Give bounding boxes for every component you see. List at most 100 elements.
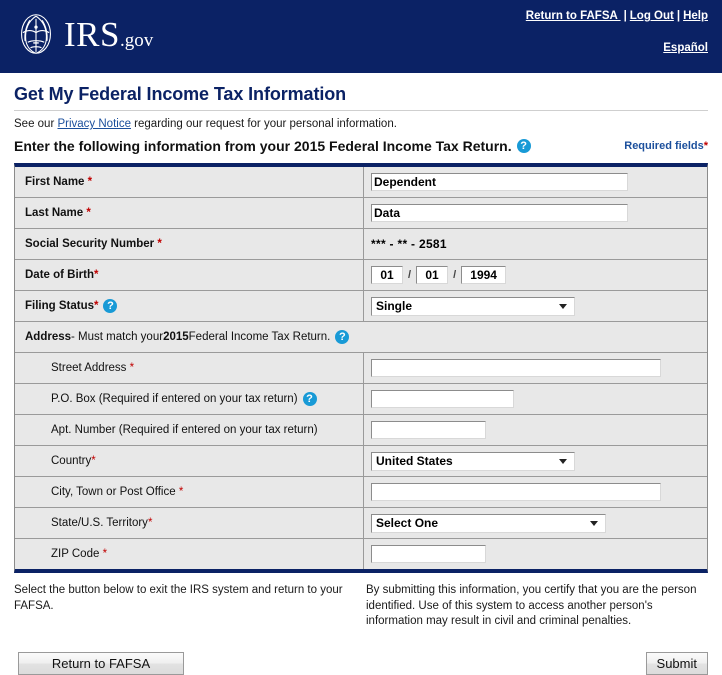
label-state-us-territory: State/U.S. Territory * — [15, 508, 364, 538]
log-out-link[interactable]: Log Out — [630, 10, 674, 22]
footer-right-text: By submitting this information, you cert… — [366, 584, 697, 628]
tax-information-form: First Name * Last Name * Social Security… — [14, 163, 708, 573]
address-help-icon[interactable] — [335, 330, 350, 344]
ssn-masked-value: *** - ** - 2581 — [371, 237, 447, 251]
row-last-name: Last Name * — [15, 198, 707, 229]
filing-status-select[interactable]: Single — [371, 296, 575, 316]
address-header-strong: Address — [25, 331, 72, 343]
filing-status-selected-value: Single — [376, 299, 413, 313]
po-box-help-icon[interactable] — [302, 392, 317, 406]
row-first-name: First Name * — [15, 167, 707, 198]
irs-eagle-scales-emblem-icon — [21, 14, 51, 54]
address-header-year: 2015 — [163, 331, 189, 343]
country-required-star: * — [91, 455, 96, 467]
irs-logo-text: IRS.gov — [64, 17, 153, 52]
dob-day-input[interactable] — [416, 266, 449, 284]
dob-required-star: * — [94, 269, 99, 281]
street-address-required-star: * — [129, 362, 135, 374]
instruction-text: Enter the following information from you… — [14, 138, 512, 154]
dob-year-input[interactable] — [461, 266, 507, 284]
footer-text-area: Select the button below to exit the IRS … — [14, 583, 708, 630]
street-address-input[interactable] — [371, 359, 661, 377]
site-header: IRS.gov Return to FAFSA | Log Out | Help Es… — [0, 0, 722, 73]
label-ssn-text: Social Security Number — [25, 238, 155, 250]
row-apt-number: Apt. Number (Required if entered on your… — [15, 415, 707, 446]
row-city-town-or-post-office: City, Town or Post Office * — [15, 477, 707, 508]
label-dob-text: Date of Birth — [25, 269, 94, 281]
ssn-required-star: * — [157, 238, 162, 250]
row-zip-code: ZIP Code * — [15, 539, 707, 569]
irs-logo[interactable]: IRS.gov — [14, 12, 153, 56]
espanol-link[interactable]: Español — [663, 42, 708, 54]
label-city-text: City, Town or Post Office — [51, 486, 176, 498]
first-name-required-star: * — [87, 176, 93, 188]
state-us-territory-select[interactable]: Select One — [371, 513, 606, 533]
po-box-input[interactable] — [371, 390, 514, 408]
espanol-container: Español — [663, 42, 708, 54]
dob-separator-1: / — [408, 269, 412, 281]
nav-separator-1: | — [623, 10, 627, 22]
row-address-header: Address - Must match your 2015 Federal I… — [15, 322, 707, 353]
help-link[interactable]: Help — [683, 10, 708, 22]
row-date-of-birth: Date of Birth * / / — [15, 260, 707, 291]
state-selected-value: Select One — [376, 516, 439, 530]
form-actions: Return to FAFSA Submit — [0, 651, 722, 675]
last-name-input[interactable] — [371, 204, 628, 222]
field-ssn-cell: *** - ** - 2581 — [364, 233, 707, 255]
filing-status-required-star: * — [94, 300, 99, 312]
label-country: Country * — [15, 446, 364, 476]
label-apt-number: Apt. Number (Required if entered on your… — [15, 415, 364, 445]
address-header-tail: Federal Income Tax Return. — [188, 331, 331, 343]
label-date-of-birth: Date of Birth * — [15, 260, 364, 290]
required-fields-star: * — [703, 140, 708, 152]
return-to-fafsa-button[interactable]: Return to FAFSA — [18, 651, 184, 675]
title-divider — [14, 110, 708, 111]
country-selected-value: United States — [376, 454, 453, 468]
first-name-input[interactable] — [371, 173, 628, 191]
field-state-cell: Select One — [364, 510, 707, 537]
label-zip-code-text: ZIP Code — [51, 548, 100, 560]
label-filing-status: Filing Status * — [15, 291, 364, 321]
label-zip-code: ZIP Code * — [15, 539, 364, 569]
zip-code-input[interactable] — [371, 545, 486, 563]
filing-status-help-icon[interactable] — [103, 299, 118, 313]
label-state-text: State/U.S. Territory — [51, 517, 148, 529]
row-country: Country * United States — [15, 446, 707, 477]
city-town-or-post-office-input[interactable] — [371, 483, 661, 501]
apt-number-input[interactable] — [371, 421, 486, 439]
label-po-box-text: P.O. Box (Required if entered on your ta… — [51, 393, 298, 405]
privacy-notice-link[interactable]: Privacy Notice — [57, 118, 131, 130]
country-select[interactable]: United States — [371, 451, 575, 471]
field-filing-status-cell: Single — [364, 293, 707, 320]
label-last-name-text: Last Name — [25, 207, 84, 219]
label-po-box: P.O. Box (Required if entered on your ta… — [15, 384, 364, 414]
field-first-name-cell — [364, 169, 707, 195]
page-title: Get My Federal Income Tax Information — [14, 84, 347, 104]
privacy-suffix: regarding our request for your personal … — [130, 118, 397, 130]
dob-separator-2: / — [453, 269, 457, 281]
label-city-town-or-post-office: City, Town or Post Office * — [15, 477, 364, 507]
label-first-name: First Name * — [15, 167, 364, 197]
return-to-fafsa-link[interactable]: Return to FAFSA — [526, 10, 621, 22]
label-social-security-number: Social Security Number * — [15, 229, 364, 259]
main-content: Get My Federal Income Tax Information Se… — [0, 84, 722, 630]
row-state-us-territory: State/U.S. Territory * Select One — [15, 508, 707, 539]
last-name-required-star: * — [86, 207, 91, 219]
privacy-prefix: See our — [14, 118, 58, 130]
label-first-name-text: First Name — [25, 176, 85, 188]
irs-wordmark: IRS — [64, 14, 120, 54]
chevron-down-icon — [559, 304, 567, 309]
address-header-mid: - Must match your — [71, 331, 164, 343]
instruction-help-icon[interactable] — [516, 139, 531, 153]
row-social-security-number: Social Security Number * *** - ** - 2581 — [15, 229, 707, 260]
dob-month-input[interactable] — [371, 266, 403, 284]
state-required-star: * — [147, 517, 153, 529]
dot-gov-suffix: .gov — [119, 29, 154, 51]
chevron-down-icon — [590, 521, 598, 526]
header-nav-links: Return to FAFSA | Log Out | Help — [526, 10, 708, 22]
field-country-cell: United States — [364, 448, 707, 475]
submit-button[interactable]: Submit — [645, 651, 708, 675]
label-last-name: Last Name * — [15, 198, 364, 228]
privacy-notice-line: See our Privacy Notice regarding our req… — [14, 118, 708, 130]
address-section-header: Address - Must match your 2015 Federal I… — [15, 322, 707, 352]
